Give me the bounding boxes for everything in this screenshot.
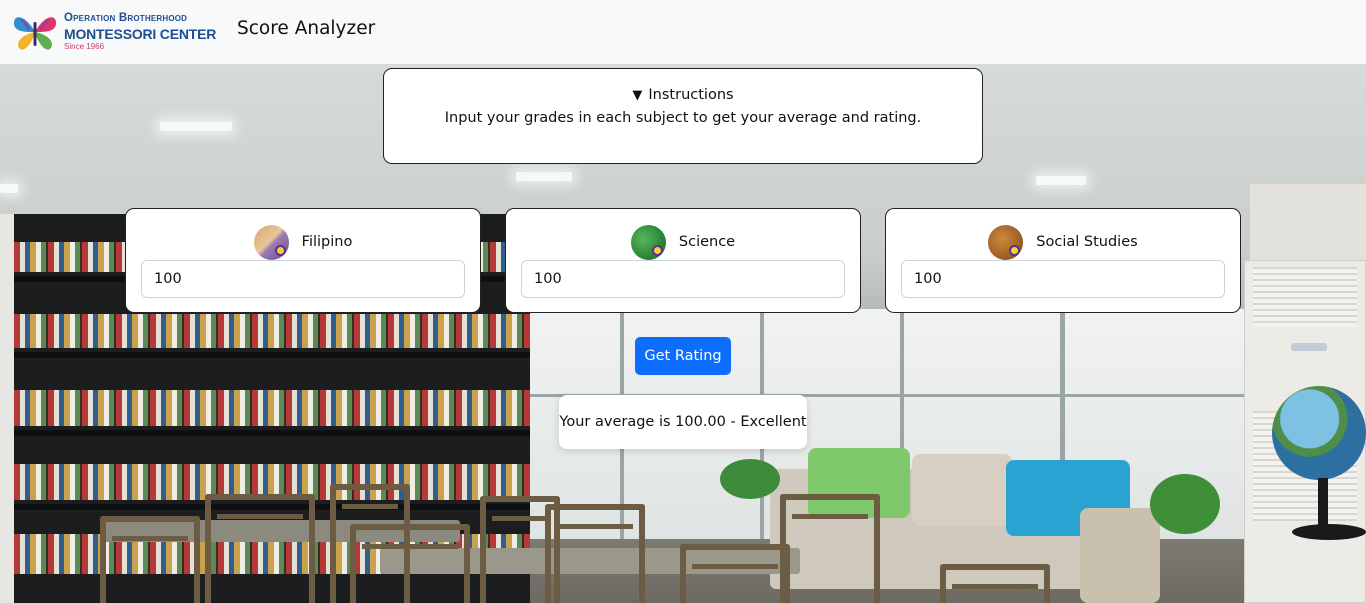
subject-label: Social Studies xyxy=(1036,234,1138,250)
logo-line-1: Operation Brotherhood xyxy=(64,12,188,24)
logo-line-2: MONTESSORI CENTER xyxy=(64,25,217,42)
result-text: Your average is 100.00 - Excellent xyxy=(559,414,807,430)
montessori-logo[interactable]: Operation Brotherhood MONTESSORI CENTER … xyxy=(11,10,221,54)
instructions-toggle[interactable]: ▼ Instructions xyxy=(384,87,982,103)
instructions-panel: ▼ Instructions Input your grades in each … xyxy=(383,68,983,164)
butterfly-logo-icon xyxy=(13,17,57,50)
result-box: Your average is 100.00 - Excellent xyxy=(559,395,807,449)
subject-card-filipino: Filipino xyxy=(125,208,481,313)
app-title[interactable]: Score Analyzer xyxy=(237,18,375,39)
get-rating-button[interactable]: Get Rating xyxy=(635,337,731,375)
science-subject-icon xyxy=(630,224,666,260)
subject-card-science: Science xyxy=(505,208,861,313)
navbar: Operation Brotherhood MONTESSORI CENTER … xyxy=(0,0,1366,64)
subject-label: Filipino xyxy=(301,234,353,250)
instructions-text: Input your grades in each subject to get… xyxy=(444,110,922,126)
filipino-grade-input[interactable] xyxy=(141,260,465,298)
logo-line-3: Since 1966 xyxy=(64,41,105,51)
social-studies-grade-input[interactable] xyxy=(901,260,1225,298)
subject-card-social-studies: Social Studies xyxy=(885,208,1241,313)
subject-label: Science xyxy=(678,234,736,250)
instructions-title: Instructions xyxy=(648,87,734,103)
caret-down-icon: ▼ xyxy=(632,88,643,103)
science-grade-input[interactable] xyxy=(521,260,845,298)
filipino-subject-icon xyxy=(253,224,289,260)
social-studies-subject-icon xyxy=(988,224,1024,260)
